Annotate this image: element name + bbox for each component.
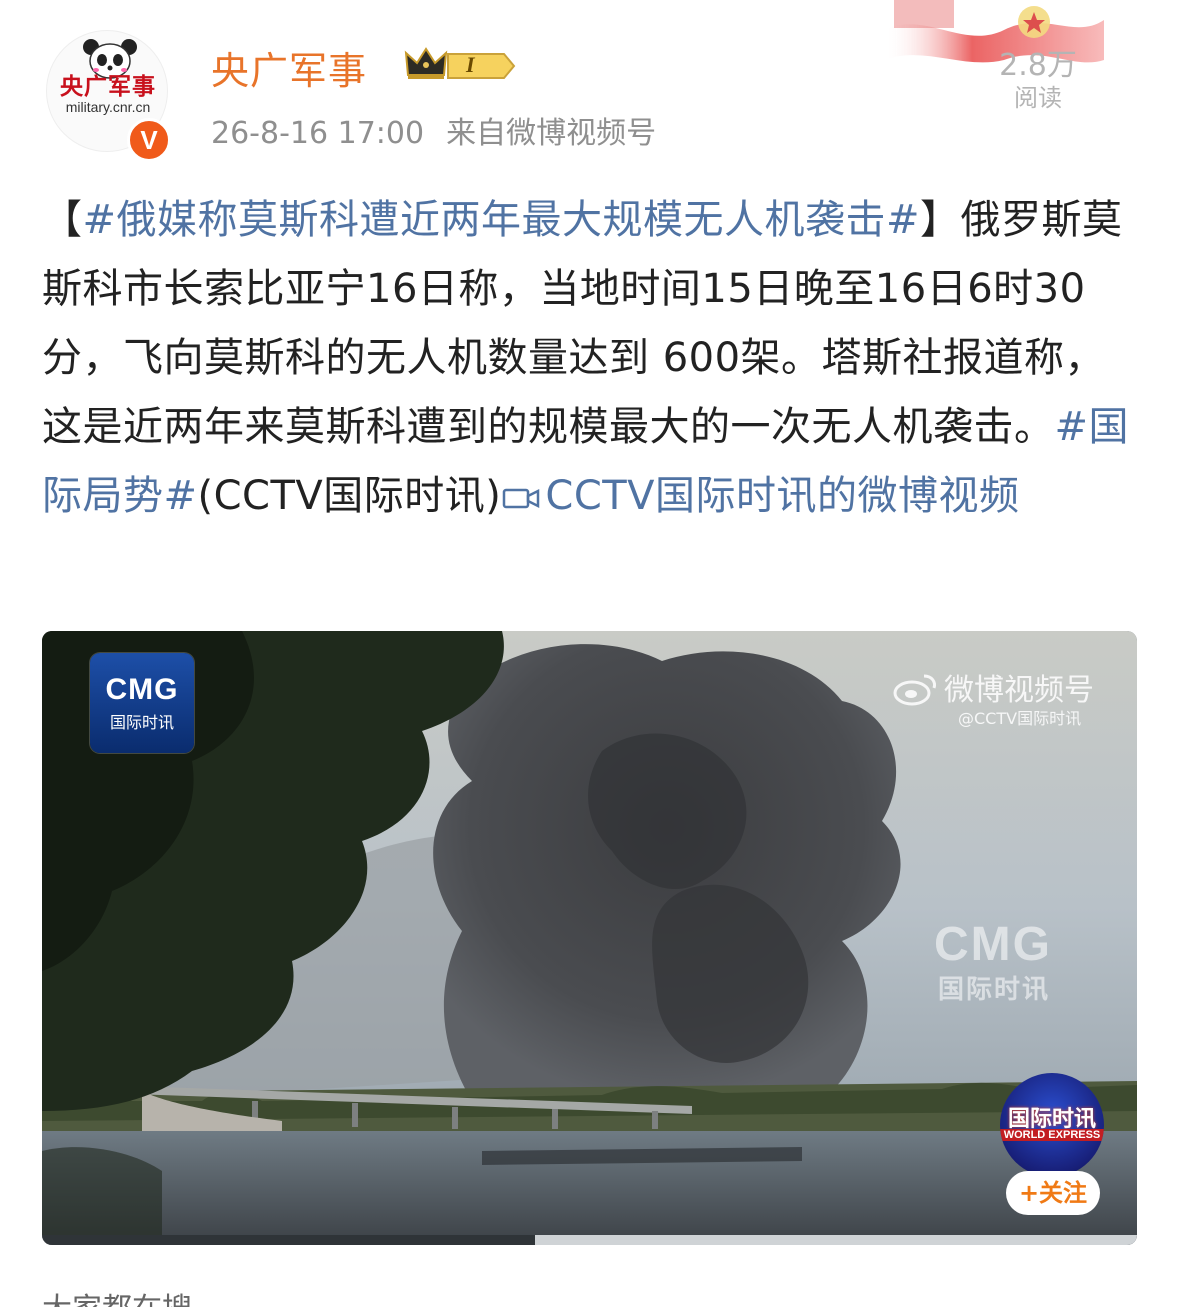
video-link[interactable]: CCTV国际时讯的微博视频 — [501, 473, 1019, 519]
video-progress-bar[interactable] — [42, 1235, 1137, 1245]
trending-search-title: 大家都在搜 — [42, 1290, 192, 1307]
level-label: I — [466, 52, 475, 77]
read-count-value: 2.8万 — [999, 48, 1077, 83]
video-player[interactable]: CMG 国际时讯 微博视频号 @CCTV国际时讯 CMG 国际时讯 国际时讯 W… — [42, 631, 1137, 1245]
source-note: (CCTV国际时讯) — [197, 473, 502, 519]
watermark-handle: @CCTV国际时讯 — [958, 709, 1082, 728]
channel-avatar[interactable]: 国际时讯 WORLD EXPRESS — [1000, 1073, 1104, 1177]
post-meta: 26-8-16 17:00 来自微博视频号 — [211, 108, 656, 152]
crown-icon[interactable] — [404, 45, 448, 81]
cmg-logo: CMG 国际时讯 — [90, 653, 194, 753]
verified-badge: V — [127, 118, 171, 162]
video-progress-fill — [42, 1235, 535, 1245]
avatar-title: 央广军事 — [60, 73, 156, 100]
channel-avatar-sub: WORLD EXPRESS — [1000, 1129, 1104, 1141]
post-header: 央广军事 military.cnr.cn V 央广军事 I 26-8-16 17… — [0, 0, 1179, 170]
post-body: 【#俄媒称莫斯科遭近两年最大规模无人机袭击#】俄罗斯莫斯科市长索比亚宁16日称，… — [42, 186, 1132, 531]
author-name[interactable]: 央广军事 — [211, 40, 367, 95]
cmg-watermark: CMG — [934, 918, 1052, 971]
cmg-logo-sub: 国际时讯 — [109, 713, 174, 732]
cmg-watermark-sub: 国际时讯 — [938, 975, 1051, 1005]
cmg-logo-text: CMG — [105, 673, 179, 706]
topic-hashtag[interactable]: #俄媒称莫斯科遭近两年最大规模无人机袭击# — [83, 197, 921, 243]
read-count-label: 阅读 — [1014, 84, 1062, 112]
video-link-label: CCTV国际时讯的微博视频 — [545, 473, 1020, 519]
topic-bracket-close: 】 — [920, 197, 961, 243]
weibo-icon — [893, 674, 936, 706]
video-camera-icon — [503, 488, 540, 509]
read-count: 2.8万 阅读 — [990, 48, 1086, 112]
level-badge-icon — [447, 53, 516, 79]
post-source[interactable]: 来自微博视频号 — [446, 116, 656, 151]
post-timestamp: 26-8-16 17:00 — [211, 116, 425, 151]
watermark-main-text: 微博视频号 — [944, 673, 1094, 708]
weibo-video-watermark: 微博视频号 — [892, 665, 1094, 709]
follow-button[interactable]: +关注 — [1006, 1171, 1100, 1215]
topic-bracket-open: 【 — [42, 197, 83, 243]
avatar-url: military.cnr.cn — [65, 99, 151, 115]
